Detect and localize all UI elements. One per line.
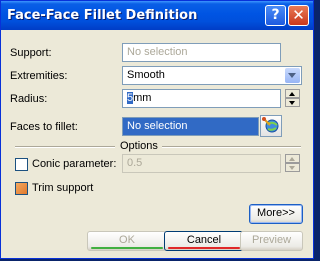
conic-spinner[interactable] bbox=[285, 154, 300, 173]
faces-label: Faces to fillet: bbox=[10, 121, 78, 133]
globe-icon bbox=[262, 117, 279, 133]
more-button[interactable]: More>> bbox=[249, 204, 303, 224]
help-button[interactable]: ? bbox=[265, 5, 286, 26]
edge-selection-icon[interactable] bbox=[260, 115, 282, 137]
window-title: Face-Face Fillet Definition bbox=[7, 8, 198, 23]
spin-up-icon[interactable] bbox=[285, 154, 300, 163]
radius-value-unit: mm bbox=[133, 92, 152, 104]
preview-button[interactable]: Preview bbox=[240, 231, 303, 251]
spin-down-icon[interactable] bbox=[285, 98, 300, 107]
chevron-down-icon[interactable] bbox=[285, 68, 300, 83]
support-field[interactable]: No selection bbox=[122, 43, 281, 62]
dialog-window: Face-Face Fillet Definition ? ✕ Support:… bbox=[0, 0, 314, 259]
options-divider-left bbox=[15, 146, 115, 148]
options-title: Options bbox=[120, 140, 158, 152]
conic-label: Conic parameter: bbox=[32, 158, 117, 170]
radius-spinner[interactable] bbox=[285, 89, 300, 108]
trim-support-label: Trim support bbox=[32, 182, 94, 194]
conic-checkbox[interactable] bbox=[15, 158, 28, 171]
extremities-dropdown[interactable]: Smooth bbox=[122, 66, 302, 85]
spin-up-icon[interactable] bbox=[285, 89, 300, 98]
trim-support-checkbox[interactable] bbox=[15, 182, 28, 195]
ok-button[interactable]: OK bbox=[87, 231, 167, 251]
extremities-value: Smooth bbox=[127, 69, 165, 81]
radius-input[interactable]: 5mm bbox=[122, 89, 281, 108]
faces-field[interactable]: No selection bbox=[122, 117, 259, 136]
extremities-label: Extremities: bbox=[10, 70, 68, 82]
close-button[interactable]: ✕ bbox=[288, 5, 309, 26]
radius-label: Radius: bbox=[10, 93, 48, 105]
conic-input[interactable]: 0.5 bbox=[122, 154, 281, 173]
title-bar[interactable]: Face-Face Fillet Definition ? ✕ bbox=[1, 1, 313, 30]
support-label: Support: bbox=[10, 47, 52, 59]
cancel-button[interactable]: Cancel bbox=[164, 231, 244, 251]
spin-down-icon[interactable] bbox=[285, 163, 300, 172]
options-divider-right bbox=[162, 146, 301, 148]
